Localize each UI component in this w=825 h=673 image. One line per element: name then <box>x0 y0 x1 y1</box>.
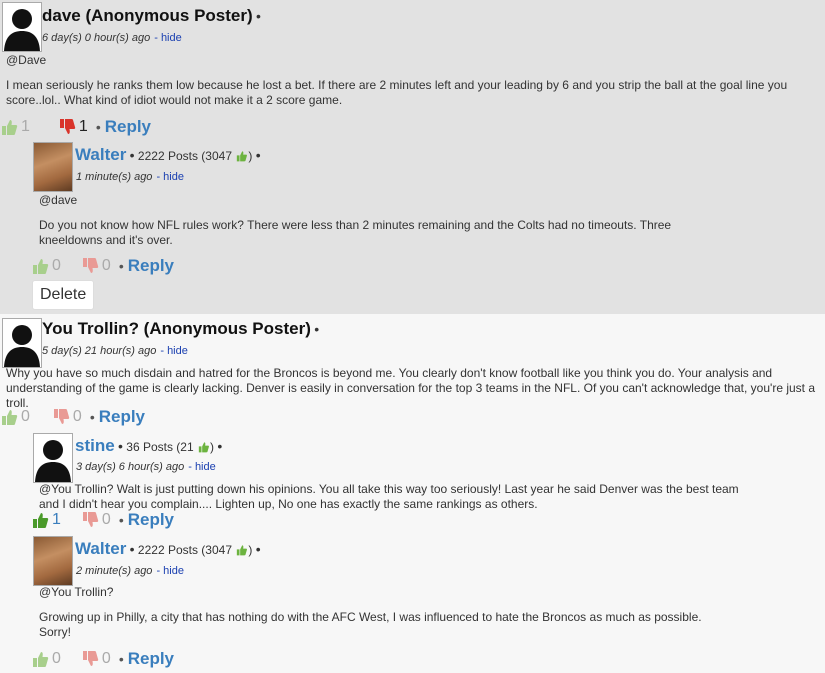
thumbs-up-icon[interactable] <box>31 257 49 275</box>
thumbs-up-icon[interactable] <box>0 408 18 426</box>
separator-dot: • <box>89 409 95 425</box>
post-count-text: 2222 Posts (3047 <box>137 543 232 557</box>
username-link[interactable]: stine <box>75 436 115 455</box>
upvote-count: 1 <box>21 118 30 135</box>
reply-button[interactable]: Reply <box>128 256 174 276</box>
timestamp: 1 minute(s) ago - hide <box>76 171 184 183</box>
comment-body: @dave Do you not know how NFL rules work… <box>39 193 699 248</box>
hide-link[interactable]: - hide <box>188 461 216 473</box>
separator-dot: • <box>256 8 261 24</box>
reply-button[interactable]: Reply <box>99 407 145 427</box>
thumbs-up-icon[interactable] <box>31 511 49 529</box>
comment-text: I mean seriously he ranks them low becau… <box>6 78 788 107</box>
comment-text: Why you have so much disdain and hatred … <box>6 366 816 410</box>
separator-dot: • <box>95 119 101 135</box>
thumbs-down-icon[interactable] <box>81 650 99 668</box>
comment-body: Why you have so much disdain and hatred … <box>6 366 821 411</box>
downvote-count: 0 <box>101 511 111 528</box>
vote-bar: 1 0 • Reply <box>31 510 174 530</box>
post-count: 2222 Posts (3047 ) <box>137 149 253 163</box>
vote-bar: 0 0 • Reply <box>0 407 145 427</box>
comment-header: dave (Anonymous Poster) • <box>42 6 261 26</box>
avatar[interactable] <box>33 536 73 586</box>
thumbs-up-icon[interactable] <box>0 118 18 136</box>
separator-dot: • <box>118 512 124 528</box>
comment-body: @Dave I mean seriously he ranks them low… <box>6 53 816 108</box>
user-silhouette-icon[interactable] <box>33 433 73 483</box>
mention: @Dave <box>6 53 47 67</box>
hide-link[interactable]: - hide <box>154 32 182 44</box>
downvote-count: 0 <box>72 408 82 425</box>
comment-text: Do you not know how NFL rules work? Ther… <box>39 218 672 247</box>
thumbs-down-icon[interactable] <box>52 408 70 426</box>
timestamp-text: 6 day(s) 0 hour(s) ago <box>42 32 151 44</box>
username: You Trollin? (Anonymous Poster) <box>42 319 311 338</box>
post-count-text: 2222 Posts (3047 <box>137 149 232 163</box>
comment-header: You Trollin? (Anonymous Poster) • <box>42 319 319 339</box>
avatar[interactable] <box>33 142 73 192</box>
comment-body: @You Trollin? Walt is just putting down … <box>39 482 739 512</box>
downvote-count: 1 <box>78 118 88 135</box>
timestamp: 3 day(s) 6 hour(s) ago - hide <box>76 461 216 473</box>
comment-text-line-2: Sorry! <box>39 625 72 639</box>
vote-bar: 0 0 • Reply <box>31 256 174 276</box>
reply-button[interactable]: Reply <box>128 510 174 530</box>
user-silhouette-icon[interactable] <box>2 2 42 52</box>
vote-bar: 0 0 • Reply <box>31 649 174 669</box>
username-link[interactable]: Walter <box>75 145 126 164</box>
separator-dot: • <box>255 541 261 557</box>
separator-dot: • <box>255 147 261 163</box>
hide-link[interactable]: - hide <box>156 565 184 577</box>
thumbs-down-icon[interactable] <box>81 257 99 275</box>
mention: @dave <box>39 193 78 207</box>
downvote-count: 0 <box>101 257 111 274</box>
comment-header: Walter • 2222 Posts (3047 ) • <box>75 145 261 165</box>
vote-bar: 1 1 • Reply <box>0 117 151 137</box>
delete-button[interactable]: Delete <box>32 280 95 310</box>
username: dave (Anonymous Poster) <box>42 6 253 25</box>
downvote-count: 0 <box>101 650 111 667</box>
separator-dot: • <box>217 438 223 454</box>
timestamp-text: 1 minute(s) ago <box>76 171 153 183</box>
reply-button[interactable]: Reply <box>105 117 151 137</box>
comment-thread-2: You Trollin? (Anonymous Poster) • 5 day(… <box>0 314 825 673</box>
hide-link[interactable]: - hide <box>160 345 188 357</box>
thumbs-up-icon[interactable] <box>31 650 49 668</box>
user-silhouette-icon[interactable] <box>2 318 42 368</box>
thumbs-up-icon <box>237 545 248 556</box>
username-link[interactable]: Walter <box>75 539 126 558</box>
timestamp-text: 3 day(s) 6 hour(s) ago <box>76 461 185 473</box>
comment-body: @You Trollin? Growing up in Philly, a ci… <box>39 585 739 640</box>
comment-header: stine • 36 Posts (21 ) • <box>75 436 222 456</box>
comment-thread-1: dave (Anonymous Poster) • 6 day(s) 0 hou… <box>0 0 825 314</box>
comment-header: Walter • 2222 Posts (3047 ) • <box>75 539 261 559</box>
timestamp: 2 minute(s) ago - hide <box>76 565 184 577</box>
timestamp: 6 day(s) 0 hour(s) ago - hide <box>42 32 182 44</box>
thumbs-down-icon[interactable] <box>81 511 99 529</box>
separator-dot: • <box>129 541 135 557</box>
comment-text: Growing up in Philly, a city that has no… <box>39 610 702 624</box>
thumbs-down-icon[interactable] <box>58 118 76 136</box>
hide-link[interactable]: - hide <box>156 171 184 183</box>
timestamp-text: 2 minute(s) ago <box>76 565 153 577</box>
mention: @You Trollin? <box>39 585 114 599</box>
upvote-count: 1 <box>52 511 61 528</box>
timestamp: 5 day(s) 21 hour(s) ago - hide <box>42 345 188 357</box>
upvote-count: 0 <box>52 650 61 667</box>
reply-button[interactable]: Reply <box>128 649 174 669</box>
timestamp-text: 5 day(s) 21 hour(s) ago <box>42 345 157 357</box>
separator-dot: • <box>129 147 135 163</box>
separator-dot: • <box>118 651 124 667</box>
separator-dot: • <box>118 438 123 454</box>
upvote-count: 0 <box>21 408 30 425</box>
post-count: 2222 Posts (3047 ) <box>137 543 253 557</box>
separator-dot: • <box>314 321 320 337</box>
separator-dot: • <box>118 258 124 274</box>
thumbs-up-icon <box>237 151 248 162</box>
post-count: 36 Posts (21 ) <box>126 440 214 454</box>
thumbs-up-icon <box>198 442 209 453</box>
post-count-text: 36 Posts (21 <box>126 440 194 454</box>
comment-text: @You Trollin? Walt is just putting down … <box>39 482 739 511</box>
upvote-count: 0 <box>52 257 61 274</box>
